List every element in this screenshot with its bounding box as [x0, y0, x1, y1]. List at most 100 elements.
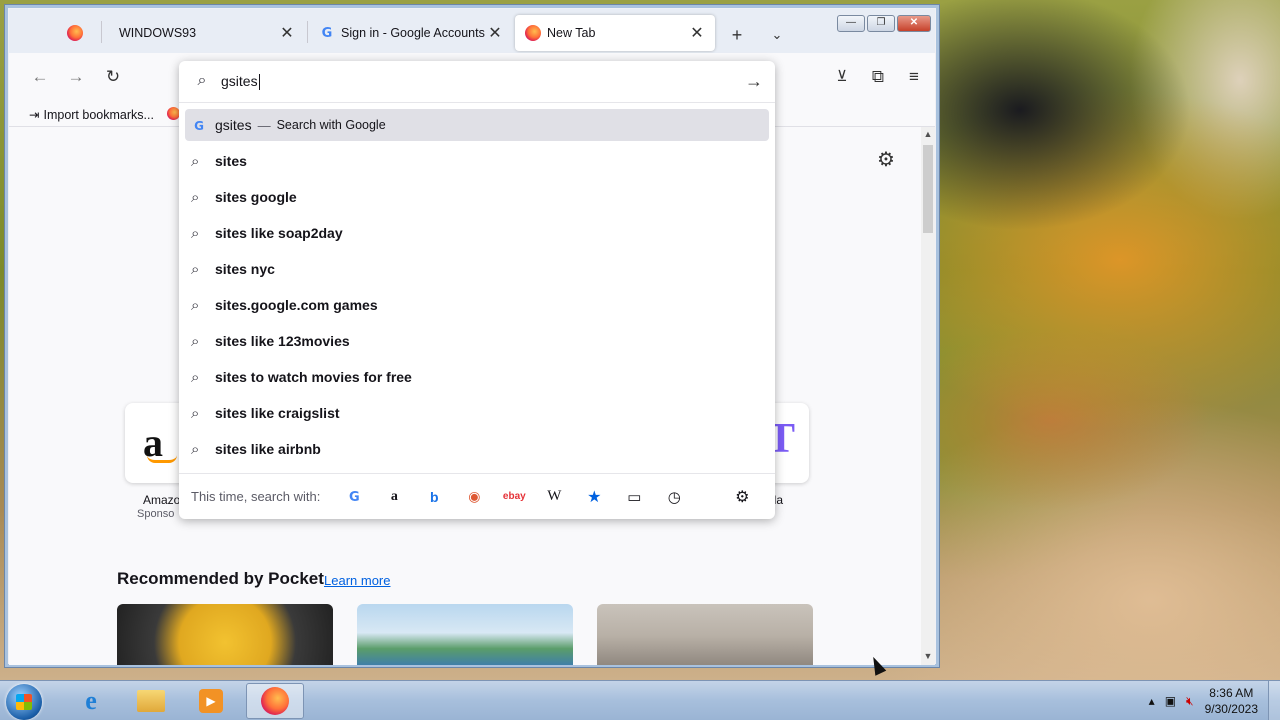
one-off-label: This time, search with: — [191, 489, 321, 504]
duckduckgo-icon[interactable]: ◉ — [454, 488, 494, 505]
suggestion-text: sites google — [215, 189, 297, 205]
search-icon: ⌕ — [191, 260, 200, 278]
google-icon: G — [321, 25, 333, 41]
google-icon: G — [194, 118, 204, 133]
import-bookmarks-label: Import bookmarks... — [43, 107, 154, 122]
taskbar-media-player[interactable]: ▶ — [182, 683, 240, 719]
urlbar-input[interactable]: gsites — [221, 73, 260, 91]
gear-icon[interactable]: ⚙ — [722, 487, 762, 507]
minimize-button[interactable]: — — [837, 15, 865, 32]
folder-icon — [137, 690, 165, 712]
suggestion-item[interactable]: ⌕ sites nyc — [185, 253, 769, 285]
tab-label: WINDOWS93 — [119, 26, 197, 40]
suggestion-text: sites like soap2day — [215, 225, 343, 241]
suggestion-text: gsites — [215, 117, 252, 133]
start-button[interactable] — [6, 684, 42, 720]
tabs-icon[interactable]: ▭ — [614, 488, 654, 506]
close-icon[interactable]: ✕ — [279, 23, 295, 43]
taskbar-file-explorer[interactable] — [122, 683, 180, 719]
scroll-up-icon[interactable]: ▲ — [921, 129, 935, 139]
pocket-learn-more-link[interactable]: Learn more — [324, 573, 390, 588]
extensions-icon[interactable]: ⧉ — [867, 68, 889, 86]
go-arrow-icon[interactable]: → — [745, 71, 763, 92]
suggestion-text: sites like craigslist — [215, 405, 340, 421]
import-bookmarks-button[interactable]: ⇥ Import bookmarks... — [29, 107, 154, 123]
taskbar-internet-explorer[interactable]: e — [62, 683, 120, 719]
tab-google-signin[interactable]: G Sign in - Google Accounts ✕ — [309, 15, 513, 51]
suggestion-text: sites.google.com games — [215, 297, 378, 313]
close-icon[interactable]: ✕ — [689, 23, 705, 43]
suggestion-item[interactable]: ⌕ sites like 123movies — [185, 325, 769, 357]
wikipedia-icon[interactable]: W — [534, 488, 574, 505]
network-icon[interactable]: ▣ — [1165, 694, 1176, 708]
suggestion-item[interactable]: ⌕ sites.google.com games — [185, 289, 769, 321]
show-desktop-button[interactable] — [1268, 681, 1280, 720]
window-controls: — ❐ ✕ — [837, 15, 931, 32]
close-window-button[interactable]: ✕ — [897, 15, 931, 32]
scrollbar-thumb[interactable] — [923, 145, 933, 233]
pocket-card[interactable] — [597, 604, 813, 665]
pocket-card[interactable] — [117, 604, 333, 665]
menu-icon[interactable]: ≡ — [903, 68, 925, 86]
system-tray: ▴ ▣ 🔇︎ 8:36 AM 9/30/2023 — [1144, 681, 1280, 720]
close-icon[interactable]: ✕ — [487, 23, 503, 43]
search-icon: ⌕ — [191, 440, 200, 458]
google-icon[interactable]: G — [334, 488, 374, 505]
tray-expand-icon[interactable]: ▴ — [1149, 694, 1155, 708]
suggestion-engine-text: Search with Google — [276, 118, 386, 132]
taskbar-firefox[interactable] — [246, 683, 304, 719]
restore-button[interactable]: ❐ — [867, 15, 895, 32]
tab-separator — [101, 21, 102, 43]
tab-label: New Tab — [547, 26, 596, 40]
shortcut-sponsored-label: Sponso — [137, 508, 175, 520]
bing-icon[interactable]: b — [414, 489, 454, 505]
clock-date: 9/30/2023 — [1204, 702, 1258, 716]
pocket-card[interactable] — [357, 604, 573, 665]
suggestion-item[interactable]: ⌕ sites like soap2day — [185, 217, 769, 249]
tab-new-tab[interactable]: New Tab ✕ — [515, 15, 715, 51]
urlbar[interactable]: ⌕ gsites → — [179, 61, 775, 103]
list-all-tabs-button[interactable]: ⌄ — [766, 24, 788, 46]
suggestion-text: sites like airbnb — [215, 441, 321, 457]
reload-icon[interactable]: ↻ — [102, 68, 124, 86]
tab-windows93[interactable]: WINDOWS93 ✕ — [103, 15, 305, 51]
suggestion-item[interactable]: ⌕ sites like craigslist — [185, 397, 769, 429]
amazon-icon[interactable]: a — [374, 489, 414, 505]
history-clock-icon[interactable]: ◷ — [654, 488, 694, 506]
new-tab-button[interactable]: + — [726, 24, 748, 46]
vertical-scrollbar[interactable]: ▲ ▼ — [921, 127, 935, 665]
suggestion-item[interactable]: ⌕ sites to watch movies for free — [185, 361, 769, 393]
tab-label: Sign in - Google Accounts — [341, 26, 485, 40]
search-icon: ⌕ — [197, 72, 207, 89]
tab-firefox-pinned[interactable] — [57, 15, 101, 51]
back-icon[interactable]: ← — [29, 68, 51, 86]
pocket-icon[interactable]: ⊻ — [831, 68, 853, 86]
scroll-down-icon[interactable]: ▼ — [921, 651, 935, 661]
suggestion-text: sites like 123movies — [215, 333, 350, 349]
ebay-icon[interactable]: ebay — [494, 491, 534, 502]
gear-icon[interactable]: ⚙ — [877, 147, 895, 172]
firefox-icon — [261, 687, 289, 715]
suggestion-text: sites nyc — [215, 261, 275, 277]
windows-taskbar: e ▶ ▴ ▣ 🔇︎ 8:36 AM 9/30/2023 — [0, 680, 1280, 720]
urlbar-popup: ⌕ gsites → G gsites — Search with Google… — [179, 61, 775, 519]
internet-explorer-icon: e — [85, 686, 97, 715]
search-icon: ⌕ — [191, 404, 200, 422]
suggestion-separator: — — [257, 117, 271, 133]
suggestion-heuristic[interactable]: G gsites — Search with Google — [185, 109, 769, 141]
media-player-icon: ▶ — [199, 689, 223, 713]
forward-icon[interactable]: → — [65, 68, 87, 86]
firefox-icon — [525, 25, 541, 41]
search-icon: ⌕ — [191, 188, 200, 206]
volume-muted-icon[interactable]: 🔇︎ — [1186, 694, 1194, 709]
suggestion-item[interactable]: ⌕ sites google — [185, 181, 769, 213]
clock[interactable]: 8:36 AM 9/30/2023 — [1205, 685, 1258, 717]
tab-strip: WINDOWS93 ✕ G Sign in - Google Accounts … — [9, 9, 935, 53]
bookmarks-star-icon[interactable]: ★ — [574, 487, 614, 507]
suggestion-item[interactable]: ⌕ sites — [185, 145, 769, 177]
suggestion-item[interactable]: ⌕ sites like airbnb — [185, 433, 769, 465]
firefox-window-inner: WINDOWS93 ✕ G Sign in - Google Accounts … — [9, 9, 935, 665]
suggestion-text: sites — [215, 153, 247, 169]
pocket-heading: Recommended by Pocket — [117, 569, 324, 588]
shortcut-label: Amazo — [143, 493, 181, 507]
